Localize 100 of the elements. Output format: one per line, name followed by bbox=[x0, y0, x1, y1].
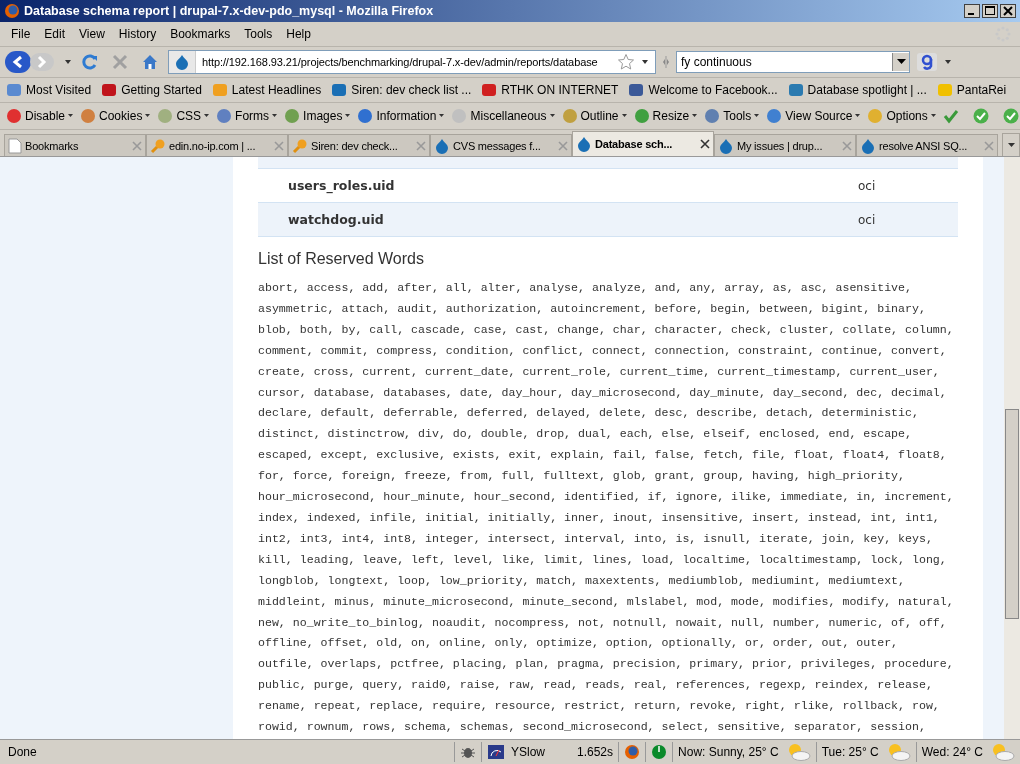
toolbar-menu[interactable]: Tools bbox=[723, 109, 752, 123]
splitter-icon[interactable] bbox=[662, 54, 670, 70]
menu-item[interactable]: History bbox=[111, 27, 164, 41]
browser-tab[interactable]: Database sch... bbox=[572, 131, 714, 156]
menu-item[interactable]: Help bbox=[279, 27, 318, 41]
toolbar-menu[interactable]: View Source bbox=[785, 109, 853, 123]
bookmark-item[interactable]: Latest Headlines bbox=[231, 83, 322, 97]
caret-icon[interactable] bbox=[944, 59, 952, 65]
caret-icon bbox=[621, 114, 627, 118]
search-engine-icon[interactable] bbox=[916, 52, 938, 72]
firefox-icon[interactable] bbox=[624, 744, 641, 760]
menu-item[interactable]: View bbox=[72, 27, 112, 41]
toolbar-icon bbox=[867, 108, 884, 124]
tab-list-button[interactable] bbox=[1002, 133, 1020, 156]
reserved-words-line: middleint, minus, minute_microsecond, minute_second, mlslabel, mod, mode, modifies, modify, natural, bbox=[258, 593, 955, 610]
check-icon[interactable] bbox=[942, 108, 959, 124]
maximize-button[interactable] bbox=[982, 4, 998, 18]
stop-icon[interactable] bbox=[111, 53, 129, 71]
menu-item[interactable]: Bookmarks bbox=[163, 27, 238, 41]
reload-icon[interactable] bbox=[81, 53, 99, 71]
browser-tab[interactable]: My issues | drup... bbox=[714, 134, 856, 156]
weather-text[interactable]: Tue: 25° C bbox=[821, 745, 879, 759]
toolbar-icon bbox=[6, 108, 22, 124]
menu-item[interactable]: Edit bbox=[37, 27, 73, 41]
browser-tab[interactable]: resolve ANSI SQ... bbox=[856, 134, 998, 156]
reserved-words-line: longblob, longtext, loop, low_priority, match, maxextents, mediumblob, mediumint, mediumtext, bbox=[258, 572, 907, 589]
caret-icon bbox=[272, 114, 278, 118]
reserved-words-line: blob, both, by, call, cascade, case, cast, change, char, character, check, cluster, collate, column, bbox=[258, 321, 955, 338]
bookmark-item[interactable]: Database spotlight | ... bbox=[807, 83, 927, 97]
caret-icon bbox=[692, 114, 698, 118]
toolbar-menu[interactable]: Resize bbox=[652, 109, 690, 123]
reserved-words-line: abort, access, add, after, all, alter, analyse, analyze, and, any, array, as, asc, asensitive, bbox=[258, 280, 913, 296]
table-cell: oci bbox=[858, 178, 876, 193]
caret-icon bbox=[145, 114, 151, 118]
search-field[interactable]: fy continuous bbox=[676, 51, 910, 73]
caret-icon bbox=[68, 114, 74, 118]
section-heading: List of Reserved Words bbox=[258, 250, 425, 268]
address-bar[interactable]: http://192.168.93.21/projects/benchmarking/drupal-7.x-dev/admin/reports/database bbox=[168, 50, 656, 74]
check-circle-icon[interactable] bbox=[1002, 108, 1019, 124]
caret-icon[interactable] bbox=[64, 59, 72, 65]
caret-icon bbox=[345, 114, 351, 118]
home-icon[interactable] bbox=[141, 53, 159, 71]
browser-tab[interactable]: edin.no-ip.com | ... bbox=[146, 134, 288, 156]
bookmark-item[interactable]: PantaRei bbox=[956, 83, 1007, 97]
reserved-words-line: kill, leading, leave, left, level, like, limit, lines, load, localtime, localtimestamp, lock, long, bbox=[258, 551, 948, 568]
bookmark-item[interactable]: Welcome to Facebook... bbox=[648, 83, 778, 97]
toolbar-menu[interactable]: Miscellaneous bbox=[470, 109, 547, 123]
browser-tab[interactable]: Siren: dev check... bbox=[288, 134, 430, 156]
toolbar-menu[interactable]: Outline bbox=[580, 109, 619, 123]
toolbar-menu[interactable]: Options bbox=[886, 109, 928, 123]
minimize-button[interactable] bbox=[964, 4, 980, 18]
caret-icon bbox=[204, 114, 210, 118]
bookmark-item[interactable]: Getting Started bbox=[121, 83, 202, 97]
load-time: 1.652s bbox=[577, 745, 614, 759]
reserved-words-line: declare, default, deferrable, deferred, delayed, delete, desc, describe, detach, deterministic, bbox=[258, 405, 920, 422]
star-icon[interactable] bbox=[617, 53, 635, 71]
gauge-icon[interactable] bbox=[487, 744, 505, 760]
bookmark-item[interactable]: RTHK ON INTERNET bbox=[501, 83, 619, 97]
browser-tab[interactable]: CVS messages f... bbox=[430, 134, 572, 156]
reserved-words-line: asymmetric, attach, audit, authorization, autoincrement, before, begin, between, bigint, binary, bbox=[258, 300, 927, 317]
toolbar-menu[interactable]: Disable bbox=[25, 109, 66, 123]
toolbar-icon bbox=[561, 108, 578, 124]
key-icon bbox=[292, 137, 308, 154]
reserved-words-line: for, force, foreign, freeze, from, full, fulltext, glob, grant, group, having, high_priority, bbox=[258, 468, 907, 485]
key-icon bbox=[150, 137, 166, 154]
bookmark-item[interactable]: Most Visited bbox=[26, 83, 92, 97]
reserved-words-line: hour_microsecond, hour_minute, hour_second, identified, if, ignore, ilike, immediate, in, increment, bbox=[258, 489, 955, 506]
drop-icon bbox=[860, 137, 876, 154]
reserved-words-line: rowid, rownum, rows, schema, schemas, second_microsecond, select, sensitive, separator, session, bbox=[258, 719, 927, 736]
toolbar-menu[interactable]: Forms bbox=[235, 109, 270, 123]
toolbar-menu[interactable]: Cookies bbox=[99, 109, 143, 123]
weather-text[interactable]: Now: Sunny, 25° C bbox=[678, 745, 779, 759]
bookmark-icon bbox=[211, 82, 228, 98]
menu-item[interactable]: File bbox=[4, 27, 38, 41]
reserved-words-line: comment, commit, compress, condition, conflict, connect, connection, constraint, continue, convert, bbox=[258, 342, 948, 359]
clock-icon[interactable] bbox=[651, 744, 668, 760]
scrollbar[interactable] bbox=[1004, 157, 1020, 739]
caret-icon bbox=[930, 114, 936, 118]
toolbar-menu[interactable]: Images bbox=[303, 109, 343, 123]
reserved-words-line: outfile, overlaps, pctfree, placing, plan, pragma, precision, primary, prior, privileges, procedure, bbox=[258, 656, 955, 673]
weather-text[interactable]: Wed: 24° C bbox=[921, 745, 983, 759]
caret-icon[interactable] bbox=[641, 59, 649, 65]
bookmark-icon bbox=[331, 82, 348, 98]
menu-item[interactable]: Tools bbox=[237, 27, 280, 41]
drop-icon bbox=[174, 54, 190, 70]
caret-icon bbox=[855, 114, 861, 118]
close-icon[interactable] bbox=[700, 139, 710, 149]
drop-icon bbox=[434, 137, 450, 154]
yslow-label[interactable]: YSlow bbox=[511, 745, 545, 759]
reserved-words-line: public, purge, query, raid0, raise, raw, read, reads, real, references, regexp, reindex, release, bbox=[258, 677, 934, 694]
caret-icon bbox=[439, 114, 445, 118]
check-circle-icon[interactable] bbox=[972, 108, 989, 124]
table-cell-text: watchdog.uid bbox=[287, 212, 385, 227]
firefox-icon bbox=[4, 3, 20, 19]
toolbar-menu[interactable]: CSS bbox=[176, 109, 202, 123]
close-button[interactable] bbox=[1000, 4, 1016, 18]
toolbar-menu[interactable]: Information bbox=[376, 109, 437, 123]
caret-icon bbox=[754, 114, 760, 118]
bookmark-item[interactable]: Siren: dev check list ... bbox=[351, 83, 472, 97]
browser-tab[interactable]: Bookmarks bbox=[4, 134, 146, 156]
